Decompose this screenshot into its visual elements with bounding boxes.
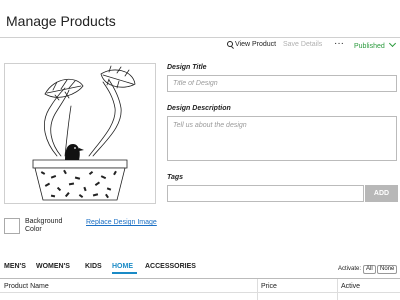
status-dropdown[interactable]: Published: [354, 39, 396, 50]
tab-home[interactable]: HOME: [112, 263, 133, 270]
tab-accessories[interactable]: ACCESSORIES: [145, 263, 196, 270]
tab-womens[interactable]: WOMEN'S: [36, 263, 70, 270]
design-title-label: Design Title: [167, 64, 207, 71]
active-tab-indicator: [112, 272, 137, 274]
add-tag-button[interactable]: ADD: [365, 185, 398, 202]
status-label: Published: [354, 43, 385, 50]
activate-all-button[interactable]: All: [363, 265, 376, 274]
design-description-label: Design Description: [167, 105, 231, 112]
page-title: Manage Products: [6, 13, 116, 29]
more-options-button[interactable]: ···: [334, 38, 344, 49]
design-title-input[interactable]: [167, 75, 397, 92]
replace-design-image-link[interactable]: Replace Design Image: [86, 219, 157, 226]
monstera-plant-in-pot-illustration: [32, 65, 136, 201]
background-color-label: Background Color: [25, 218, 63, 233]
tab-mens[interactable]: MEN'S: [4, 263, 26, 270]
design-image: [4, 63, 156, 204]
chevron-down-icon: [388, 39, 396, 48]
column-divider: [337, 279, 338, 300]
column-header-active[interactable]: Active: [341, 283, 360, 290]
background-color-swatch[interactable]: [4, 218, 20, 234]
header-divider: [0, 37, 400, 38]
tags-label: Tags: [167, 174, 184, 181]
view-product-button[interactable]: View Product: [227, 41, 276, 48]
table-top-divider: [0, 278, 400, 279]
column-header-price[interactable]: Price: [261, 283, 277, 290]
save-details-button[interactable]: Save Details: [283, 41, 322, 48]
column-divider: [257, 279, 258, 300]
activate-none-button[interactable]: None: [377, 265, 398, 274]
column-header-product-name[interactable]: Product Name: [4, 283, 49, 290]
tags-input[interactable]: [167, 185, 364, 202]
view-product-label: View Product: [235, 41, 277, 48]
activate-label: Activate:: [338, 266, 362, 272]
tab-kids[interactable]: KIDS: [85, 263, 102, 270]
search-icon: [227, 41, 233, 47]
design-description-input[interactable]: [167, 116, 397, 161]
table-header-divider: [0, 292, 400, 293]
